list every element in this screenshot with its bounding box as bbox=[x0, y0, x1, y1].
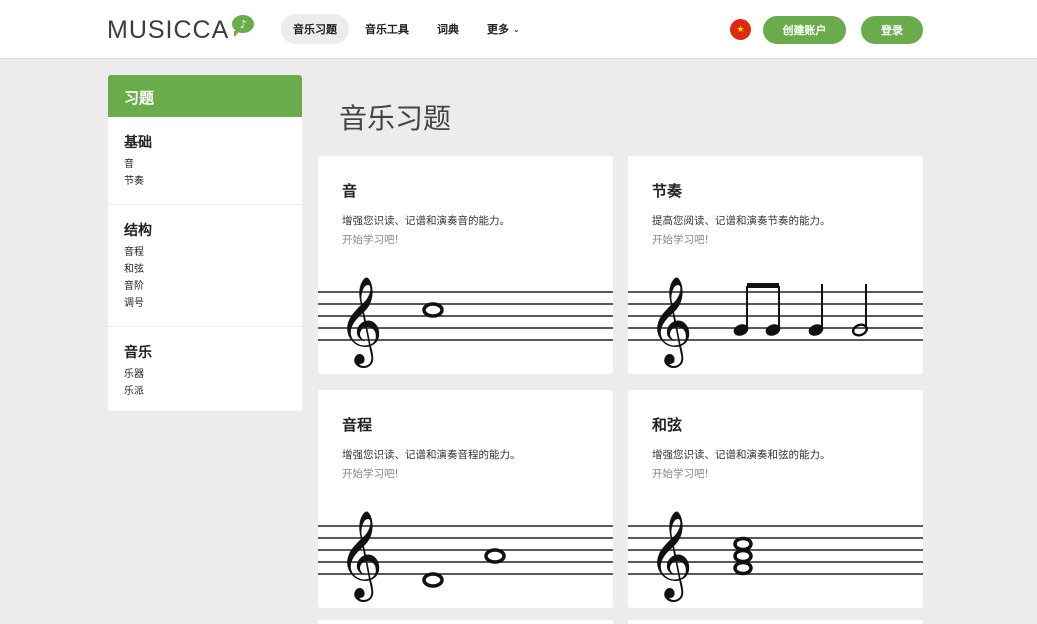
sidebar-link-scales[interactable]: 音阶 bbox=[124, 278, 302, 295]
whole-note bbox=[422, 302, 444, 318]
main-nav: 音乐习题 音乐工具 词典 更多 ⌄ bbox=[281, 14, 532, 44]
card-title: 节奏 bbox=[652, 182, 683, 200]
sidebar-group-structure: 结构 音程 和弦 音阶 调号 bbox=[108, 205, 302, 327]
create-account-button[interactable]: 创建账户 bbox=[763, 16, 846, 44]
chevron-down-icon: ⌄ bbox=[513, 24, 520, 34]
sidebar-link-intervals[interactable]: 音程 bbox=[124, 244, 302, 261]
speech-bubble-note-icon: ♪ bbox=[232, 15, 255, 37]
card-cta: 开始学习吧! bbox=[652, 234, 709, 246]
staff-notation: 𝄞 bbox=[628, 275, 923, 368]
card-description: 提高您阅读、记谱和演奏节奏的能力。 bbox=[652, 215, 831, 227]
chord-notes bbox=[733, 536, 753, 576]
card-title: 和弦 bbox=[652, 416, 683, 434]
top-header: MUSICCA ♪ 音乐习题 音乐工具 词典 更多 ⌄ ★ 创建账户 登录 bbox=[0, 0, 1037, 59]
beam bbox=[747, 283, 779, 288]
sidebar-group-basics: 基础 音 节奏 bbox=[108, 117, 302, 205]
sidebar-group-title: 音乐 bbox=[124, 345, 152, 361]
nav-label: 音乐工具 bbox=[365, 23, 409, 36]
treble-clef-icon: 𝄞 bbox=[338, 275, 383, 368]
sidebar-link-key-signatures[interactable]: 调号 bbox=[124, 295, 302, 312]
sidebar-group-title: 结构 bbox=[124, 223, 152, 239]
nav-music-exercises[interactable]: 音乐习题 bbox=[281, 14, 349, 44]
exercise-card-rhythm[interactable]: 节奏 提高您阅读、记谱和演奏节奏的能力。 开始学习吧! 𝄞 bbox=[628, 156, 923, 374]
logo-text: MUSICCA bbox=[107, 16, 230, 44]
nav-label: 更多 bbox=[487, 23, 509, 36]
treble-clef-icon: 𝄞 bbox=[338, 509, 383, 602]
treble-clef-icon: 𝄞 bbox=[648, 509, 693, 602]
exercise-sidebar: 习题 基础 音 节奏 结构 音程 和弦 音阶 调号 音乐 乐器 乐派 bbox=[108, 75, 302, 411]
musicca-logo[interactable]: MUSICCA ♪ bbox=[107, 15, 255, 44]
sidebar-link-chords[interactable]: 和弦 bbox=[124, 261, 302, 278]
card-title: 音程 bbox=[342, 416, 373, 434]
card-description: 增强您识读、记谱和演奏音程的能力。 bbox=[342, 449, 521, 461]
sidebar-link-instruments[interactable]: 乐器 bbox=[124, 366, 302, 383]
sidebar-link-notes[interactable]: 音 bbox=[124, 156, 302, 173]
nav-more[interactable]: 更多 ⌄ bbox=[475, 14, 532, 44]
nav-label: 音乐习题 bbox=[293, 23, 337, 36]
card-description: 增强您识读、记谱和演奏和弦的能力。 bbox=[652, 449, 831, 461]
whole-note bbox=[422, 572, 444, 588]
nav-music-tools[interactable]: 音乐工具 bbox=[353, 14, 421, 44]
whole-note bbox=[484, 548, 506, 564]
card-title: 音 bbox=[342, 182, 358, 200]
staff-notation: 𝄞 bbox=[318, 275, 613, 368]
nav-label: 词典 bbox=[437, 23, 459, 36]
login-button[interactable]: 登录 bbox=[861, 16, 923, 44]
sidebar-title: 习题 bbox=[108, 75, 302, 117]
treble-clef-icon: 𝄞 bbox=[648, 275, 693, 368]
card-cta: 开始学习吧! bbox=[342, 468, 399, 480]
sidebar-group-music: 音乐 乐器 乐派 bbox=[108, 327, 302, 411]
nav-dictionary[interactable]: 词典 bbox=[425, 14, 471, 44]
staff-notation: 𝄞 bbox=[628, 509, 923, 602]
exercise-card-partial bbox=[318, 620, 613, 624]
page-title: 音乐习题 bbox=[339, 102, 452, 135]
exercise-card-notes[interactable]: 音 增强您识读、记谱和演奏音的能力。 开始学习吧! 𝄞 bbox=[318, 156, 613, 374]
sidebar-link-periods[interactable]: 乐派 bbox=[124, 383, 302, 400]
sidebar-link-rhythm[interactable]: 节奏 bbox=[124, 173, 302, 190]
card-description: 增强您识读、记谱和演奏音的能力。 bbox=[342, 215, 510, 227]
exercise-card-intervals[interactable]: 音程 增强您识读、记谱和演奏音程的能力。 开始学习吧! 𝄞 bbox=[318, 390, 613, 608]
exercise-card-partial bbox=[628, 620, 923, 624]
china-flag-icon[interactable]: ★ bbox=[730, 19, 751, 40]
sidebar-group-title: 基础 bbox=[124, 135, 152, 151]
exercise-card-chords[interactable]: 和弦 增强您识读、记谱和演奏和弦的能力。 开始学习吧! 𝄞 bbox=[628, 390, 923, 608]
staff-notation: 𝄞 bbox=[318, 509, 613, 602]
card-cta: 开始学习吧! bbox=[342, 234, 399, 246]
card-cta: 开始学习吧! bbox=[652, 468, 709, 480]
